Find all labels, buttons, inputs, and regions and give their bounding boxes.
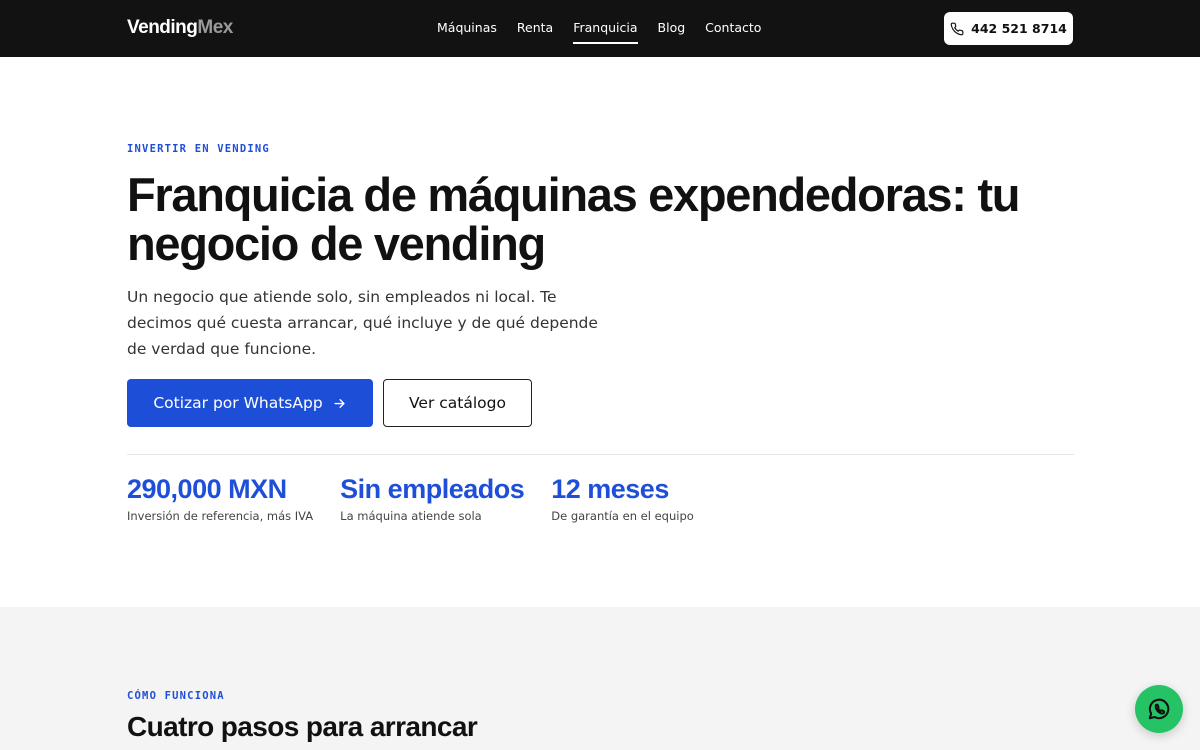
whatsapp-quote-button[interactable]: Cotizar por WhatsApp [127,379,373,427]
hero-stats: 290,000 MXN Inversión de referencia, más… [127,473,694,523]
stat-label: Inversión de referencia, más IVA [127,509,314,523]
main-nav: Máquinas Renta Franquicia Blog Contacto [437,19,761,44]
catalog-button[interactable]: Ver catálogo [383,379,532,427]
nav-item-renta[interactable]: Renta [517,19,553,42]
how-it-works-eyebrow: CÓMO FUNCIONA [127,690,225,702]
page-title: Franquicia de máquinas expendedoras: tu … [127,168,1020,270]
whatsapp-quote-label: Cotizar por WhatsApp [153,394,323,412]
how-it-works-title: Cuatro pasos para arrancar [127,711,478,742]
hero-subtitle: Un negocio que atiende solo, sin emplead… [127,288,598,358]
brand-name-primary: Vending [127,17,198,38]
hero-divider [127,454,1074,455]
phone-icon [950,22,964,35]
brand-name-secondary: Mex [197,17,233,38]
catalog-button-label: Ver catálogo [409,394,506,412]
stat-value: 12 meses [551,474,669,504]
stat-investment: 290,000 MXN Inversión de referencia, más… [127,473,313,523]
stat-value: Sin empleados [340,474,525,504]
whatsapp-floating-button[interactable] [1135,685,1183,733]
hero-eyebrow: INVERTIR EN VENDING [127,143,270,155]
phone-button[interactable]: 442 521 8714 [944,12,1073,45]
nav-item-maquinas[interactable]: Máquinas [437,19,497,42]
nav-item-contacto[interactable]: Contacto [705,19,761,42]
phone-number: 442 521 8714 [971,21,1067,36]
stat-label: De garantía en el equipo [551,509,694,523]
arrow-right-icon [334,398,345,408]
top-navigation-bar: VendingMex Máquinas Renta Franquicia Blo… [0,0,1200,57]
stat-warranty: 12 meses De garantía en el equipo [551,473,694,523]
stat-value: 290,000 MXN [127,474,287,504]
whatsapp-icon [1148,698,1170,720]
stat-no-employees: Sin empleados La máquina atiende sola [340,473,525,523]
nav-item-franquicia[interactable]: Franquicia [573,19,638,44]
stat-label: La máquina atiende sola [340,509,482,523]
brand-logo[interactable]: VendingMex [127,17,233,39]
nav-item-blog[interactable]: Blog [658,19,686,42]
